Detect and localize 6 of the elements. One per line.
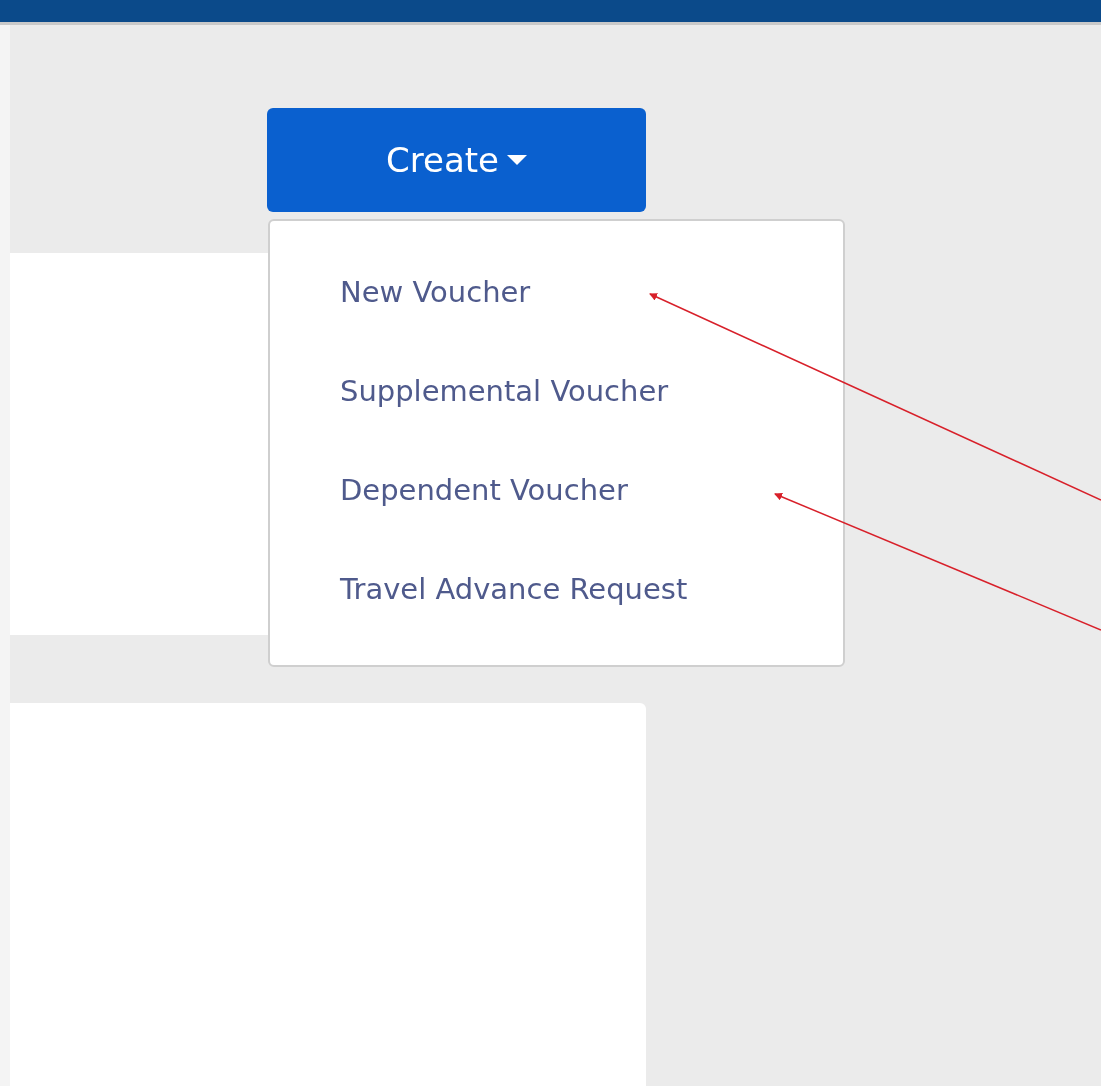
menu-item[interactable]: Dependent Voucher	[270, 467, 628, 566]
menu-item[interactable]: Travel Advance Request	[270, 566, 688, 665]
menu-item[interactable]: New Voucher	[270, 269, 531, 368]
menu-item[interactable]: Supplemental Voucher	[270, 368, 669, 467]
caret-icon	[507, 155, 527, 165]
create-button[interactable]: Create	[267, 108, 646, 212]
